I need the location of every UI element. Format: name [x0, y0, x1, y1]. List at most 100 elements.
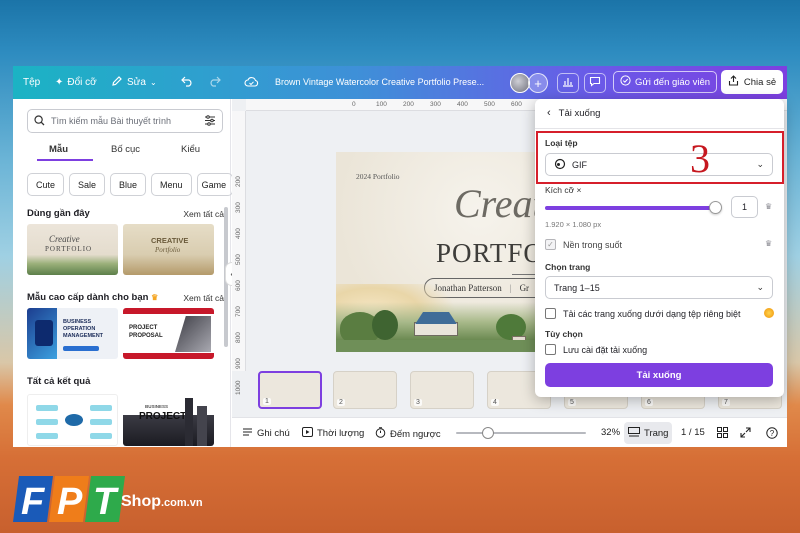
download-button[interactable]: Tải xuống [545, 363, 773, 387]
file-menu[interactable]: Tệp [23, 66, 40, 99]
ruler-tick: 1000 [235, 380, 242, 395]
help-icon: ? [766, 427, 778, 442]
page-number: 6 [645, 399, 653, 406]
expand-icon [740, 427, 751, 441]
active-tab-indicator [37, 159, 93, 161]
thumb-text: PROJECT [139, 411, 187, 422]
crown-icon: ♛ [765, 202, 773, 211]
thumb-text: Portfolio [155, 246, 181, 254]
edit-label: Sửa [127, 77, 146, 88]
avatar[interactable] [510, 73, 530, 93]
zoom-slider-knob[interactable] [482, 427, 494, 439]
chip-label: Sale [78, 179, 97, 190]
notes-label: Ghi chú [257, 428, 290, 439]
cloud-save-button[interactable] [240, 73, 262, 93]
tab-styles[interactable]: Kiểu [181, 144, 200, 155]
page-number: 5 [568, 399, 576, 406]
template-thumb-project[interactable]: BUSINESS PROJECT [123, 394, 214, 446]
fpt-logo-mark: F P T [13, 476, 125, 523]
thumb-text: PORTFOLIO [45, 245, 93, 253]
page-thumb[interactable]: 2 [333, 371, 397, 409]
duration-button[interactable]: Thời lượng [302, 427, 364, 440]
notes-button[interactable]: Ghi chú [242, 427, 290, 440]
template-search-input[interactable]: Tìm kiếm mẫu Bài thuyết trình [27, 109, 223, 133]
ruler-tick: 600 [511, 101, 522, 108]
chevron-down-icon: ⌄ [756, 282, 764, 292]
choose-pages-label: Chọn trang [545, 262, 591, 272]
separate-files-option[interactable]: Tải các trang xuống dưới dạng tệp riêng … [545, 308, 741, 319]
separate-files-checkbox[interactable] [545, 308, 556, 319]
ruler-tick: 600 [235, 280, 242, 291]
ruler-tick: 400 [457, 101, 468, 108]
template-thumb-project-proposal[interactable]: PROJECT PROPOSAL [123, 308, 214, 359]
highlight-box [536, 131, 784, 184]
recent-see-all-link[interactable]: Xem tất cả [183, 209, 224, 219]
page-view-button[interactable]: Trang [624, 422, 673, 444]
share-label: Chia sẻ [743, 76, 777, 88]
chip-game[interactable]: Game [196, 173, 233, 196]
crown-icon: ♛ [151, 293, 159, 302]
template-thumb-mindmap[interactable] [27, 394, 118, 446]
timer-button[interactable]: Đếm ngược [375, 427, 441, 441]
chip-blue[interactable]: Blue [110, 173, 147, 196]
template-thumb-creative-2[interactable]: CREATIVE Portfolio [123, 224, 214, 275]
chip-menu[interactable]: Menu [151, 173, 192, 196]
chip-cute[interactable]: Cute [27, 173, 65, 196]
save-settings-label: Lưu cài đặt tải xuống [563, 344, 648, 355]
search-placeholder: Tìm kiếm mẫu Bài thuyết trình [51, 116, 172, 126]
undo-icon [180, 76, 194, 90]
send-to-teacher-label: Gửi đến giáo viên [635, 76, 711, 88]
grid-icon [717, 427, 728, 441]
premium-badge-icon [764, 308, 774, 318]
ruler-tick: 700 [235, 306, 242, 317]
tab-layouts[interactable]: Bố cục [111, 144, 140, 155]
resize-button[interactable]: ✦ Đổi cỡ [55, 66, 97, 99]
notes-icon [242, 427, 253, 440]
comment-button[interactable] [584, 73, 606, 93]
tab-templates[interactable]: Mẫu [49, 144, 68, 155]
undo-button[interactable] [176, 73, 198, 93]
ruler-tick: 0 [352, 101, 356, 108]
add-collaborator-button[interactable]: + [528, 73, 548, 93]
comment-icon [589, 76, 601, 90]
transparent-bg-checkbox[interactable]: ✓ [545, 239, 556, 250]
ruler-tick: 500 [235, 254, 242, 265]
redo-button[interactable] [203, 73, 225, 93]
save-settings-checkbox[interactable] [545, 344, 556, 355]
redo-icon [208, 76, 221, 90]
transparent-bg-option[interactable]: ✓ Nền trong suốt [545, 239, 622, 250]
document-title[interactable]: Brown Vintage Watercolor Creative Portfo… [275, 77, 507, 87]
page-number: 7 [722, 399, 730, 406]
help-button[interactable]: ? [766, 427, 778, 442]
share-button[interactable]: Chia sẻ [721, 70, 783, 94]
save-settings-option[interactable]: Lưu cài đặt tải xuống [545, 344, 647, 355]
slide-name-cut: Gr [519, 283, 530, 293]
chip-sale[interactable]: Sale [69, 173, 106, 196]
size-input[interactable]: 1 [731, 196, 758, 218]
pages-select[interactable]: Trang 1–15 ⌄ [545, 276, 773, 299]
slide-year-text[interactable]: 2024 Portfolio [356, 172, 400, 181]
fullscreen-button[interactable] [740, 427, 751, 441]
page-thumb[interactable]: 1 [258, 371, 322, 409]
grid-view-button[interactable] [717, 427, 728, 441]
send-to-teacher-button[interactable]: Gửi đến giáo viên [613, 71, 718, 93]
template-thumb-business-operation[interactable]: BUSINESS OPERATION MANAGEMENT [27, 308, 118, 359]
page-thumb[interactable]: 3 [410, 371, 474, 409]
edit-button[interactable]: Sửa ⌄ [111, 66, 157, 99]
filter-icon[interactable] [204, 114, 216, 128]
template-thumb-creative-portfolio[interactable]: Creative PORTFOLIO [27, 224, 118, 275]
back-arrow-icon[interactable]: ‹ [547, 107, 551, 119]
search-icon [34, 114, 45, 128]
premium-title-text: Mẫu cao cấp dành cho bạn [27, 292, 149, 303]
insights-button[interactable] [557, 73, 579, 93]
size-slider-knob[interactable] [709, 201, 722, 214]
ruler-tick: 400 [235, 228, 242, 239]
premium-see-all-link[interactable]: Xem tất cả [183, 293, 224, 303]
zoom-slider[interactable] [456, 432, 586, 434]
chip-label: Game [201, 179, 227, 190]
brand-domain: .com.vn [161, 497, 203, 509]
page-number: 3 [414, 399, 422, 406]
size-slider[interactable] [545, 206, 717, 210]
zoom-value[interactable]: 32% [601, 427, 620, 438]
ruler-tick: 200 [403, 101, 414, 108]
